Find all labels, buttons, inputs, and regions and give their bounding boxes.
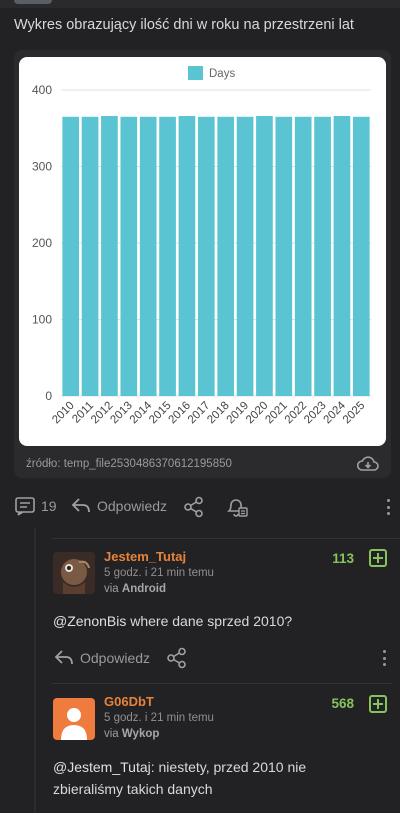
image-source: źródło: temp_file2530486370612195850: [26, 458, 232, 470]
post-text: Wykres obrazujący ilość dni w roku na pr…: [14, 17, 354, 33]
bar-2021: [275, 116, 293, 397]
bar-2014: [139, 116, 157, 397]
comment-share-button[interactable]: [166, 647, 188, 669]
legend-swatch: [188, 66, 203, 80]
reply-label: Odpowiedz: [97, 498, 168, 514]
notifications-button[interactable]: [225, 496, 249, 518]
legend-label: Days: [209, 68, 235, 80]
previous-header-strip: [0, 0, 400, 8]
user-avatar-image: [53, 552, 95, 594]
bar-chart: 0100200300400 20102011201220132014201520…: [32, 66, 371, 427]
bar-2022: [294, 116, 312, 397]
reply-icon: [71, 498, 90, 513]
comment-more-options-icon[interactable]: [383, 650, 387, 666]
vote-count: 113: [332, 551, 354, 566]
bar-2017: [197, 116, 215, 397]
comment-via: via Android: [104, 583, 166, 595]
comment-username[interactable]: Jestem_Tutaj: [104, 549, 186, 564]
share-icon: [184, 496, 203, 518]
reply-icon: [54, 650, 73, 665]
share-icon: [167, 647, 186, 669]
reply-label: Odpowiedz: [80, 650, 151, 666]
bar-2018: [217, 116, 235, 397]
bell-icon: [227, 499, 248, 517]
x-tick-label: 2010: [50, 400, 77, 427]
upvote-plus-icon[interactable]: [369, 549, 387, 567]
post-actions: 19 Odpowiedz: [0, 492, 400, 522]
avatar[interactable]: [53, 552, 95, 594]
comment-divider: [52, 683, 392, 684]
bar-2010: [62, 116, 80, 397]
comments-button[interactable]: 19: [14, 496, 57, 516]
comment-username[interactable]: G06DbT: [104, 694, 154, 709]
y-tick-label: 400: [32, 83, 52, 97]
y-tick-label: 0: [45, 389, 52, 403]
bar-2019: [236, 116, 254, 397]
bar-2015: [159, 116, 176, 397]
avatar[interactable]: [53, 698, 95, 740]
user-mention[interactable]: @ZenonBis: [53, 613, 126, 629]
reply-button[interactable]: Odpowiedz: [70, 496, 167, 516]
comment-time: 5 godz. i 21 min temu: [104, 712, 214, 724]
comment-body: @ZenonBis where dane sprzed 2010?: [53, 613, 293, 629]
y-tick-label: 300: [32, 160, 52, 174]
thread-line: [34, 528, 36, 813]
y-tick-label: 100: [32, 313, 52, 327]
comment-reply-button[interactable]: Odpowiedz: [53, 648, 150, 668]
cloud-download-icon[interactable]: [357, 456, 379, 472]
bar-2012: [101, 116, 118, 396]
more-options-icon[interactable]: [387, 499, 391, 515]
x-tick-label: 2025: [341, 400, 368, 427]
comment-time: 5 godz. i 21 min temu: [104, 567, 214, 579]
bar-2025: [352, 116, 370, 397]
bar-2023: [314, 116, 331, 397]
user-mention[interactable]: @Jestem_Tutaj: [53, 759, 151, 775]
bar-2020: [256, 116, 273, 396]
author-avatar-cut[interactable]: [14, 0, 52, 4]
bar-2016: [178, 116, 196, 396]
bar-2024: [333, 116, 351, 396]
comment-via: via Wykop: [104, 728, 160, 740]
chart-image[interactable]: 0 100 200 300 400 2010 2011 2012 2013 2014 2015 20…: [19, 57, 386, 446]
comment-divider: [52, 538, 400, 539]
y-tick-label: 200: [32, 236, 52, 250]
comment-body: @Jestem_Tutaj: niestety, przed 2010 nie …: [53, 759, 307, 797]
upvote-plus-icon[interactable]: [369, 695, 387, 713]
comments-count: 19: [41, 498, 57, 514]
default-avatar-icon: [61, 708, 87, 740]
share-button[interactable]: [183, 496, 205, 518]
vote-count: 568: [331, 696, 354, 711]
bar-2011: [81, 116, 99, 397]
bar-2013: [120, 116, 138, 397]
comments-icon: [15, 497, 35, 516]
